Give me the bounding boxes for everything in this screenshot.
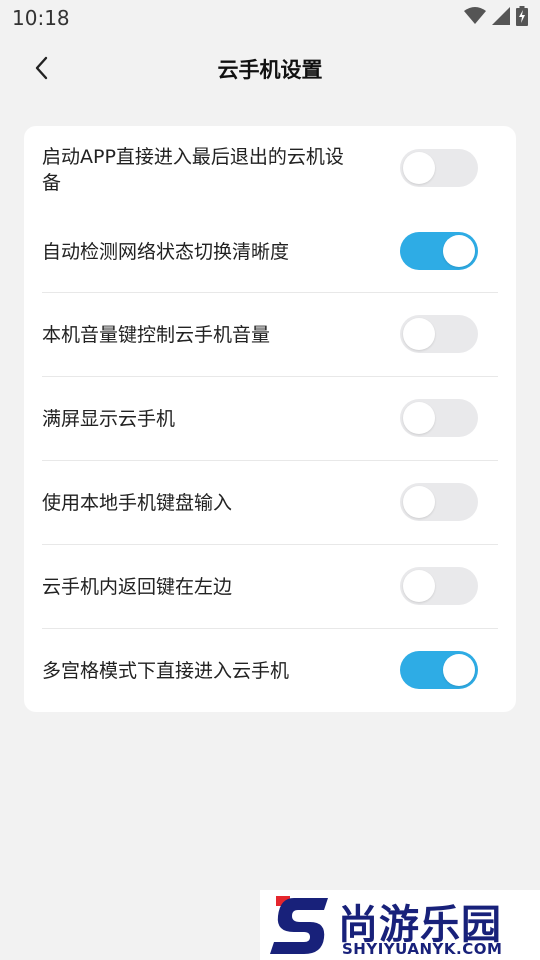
page-title: 云手机设置 — [217, 58, 323, 82]
setting-label-back-key-left: 云手机内返回键在左边 — [42, 576, 233, 598]
toggle-knob — [403, 570, 435, 602]
toggle-knob — [443, 654, 475, 686]
battery-charging-icon — [516, 6, 528, 30]
toggle-knob — [403, 152, 435, 184]
cellular-signal-icon — [492, 7, 510, 29]
setting-row-local-keyboard[interactable]: 使用本地手机键盘输入 — [42, 460, 498, 545]
setting-label-launch-last-device: 启动APP直接进入最后退出的云机设 备 — [42, 144, 382, 196]
setting-label-line1: 启动APP直接进入最后退出的云机设 — [42, 146, 344, 168]
status-icons — [464, 6, 528, 30]
header: 云手机设置 — [0, 36, 540, 104]
watermark-subtext: SHYIYUANYK.COM — [342, 940, 503, 958]
setting-row-back-key-left[interactable]: 云手机内返回键在左边 — [42, 544, 498, 629]
setting-label-local-keyboard: 使用本地手机键盘输入 — [42, 492, 233, 514]
setting-label-line2: 备 — [42, 172, 62, 194]
setting-row-auto-quality[interactable]: 自动检测网络状态切换清晰度 — [42, 210, 498, 294]
watermark-logo: 尚游乐园 SHYIYUANYK.COM — [260, 890, 540, 960]
toggle-knob — [443, 235, 475, 267]
setting-label-volume-keys: 本机音量键控制云手机音量 — [42, 324, 271, 346]
settings-card: 启动APP直接进入最后退出的云机设 备 自动检测网络状态切换清晰度 本机音量键控… — [24, 126, 516, 712]
status-time: 10:18 — [12, 6, 70, 30]
setting-label-multi-grid-direct: 多宫格模式下直接进入云手机 — [42, 660, 290, 682]
toggle-fullscreen[interactable] — [400, 399, 478, 437]
wifi-icon — [464, 7, 486, 29]
setting-row-launch-last-device[interactable]: 启动APP直接进入最后退出的云机设 备 — [42, 126, 498, 210]
toggle-multi-grid-direct[interactable] — [400, 651, 478, 689]
toggle-knob — [403, 402, 435, 434]
toggle-knob — [403, 486, 435, 518]
toggle-launch-last-device[interactable] — [400, 149, 478, 187]
toggle-local-keyboard[interactable] — [400, 483, 478, 521]
setting-label-auto-quality: 自动检测网络状态切换清晰度 — [42, 241, 290, 263]
logo-s-icon — [266, 894, 332, 960]
toggle-back-key-left[interactable] — [400, 567, 478, 605]
toggle-knob — [403, 318, 435, 350]
setting-row-volume-keys[interactable]: 本机音量键控制云手机音量 — [42, 292, 498, 377]
setting-label-fullscreen: 满屏显示云手机 — [42, 408, 176, 430]
status-bar: 10:18 — [0, 0, 540, 36]
toggle-volume-keys[interactable] — [400, 315, 478, 353]
toggle-auto-quality[interactable] — [400, 232, 478, 270]
setting-row-fullscreen[interactable]: 满屏显示云手机 — [42, 376, 498, 461]
setting-row-multi-grid-direct[interactable]: 多宫格模式下直接进入云手机 — [42, 628, 498, 713]
